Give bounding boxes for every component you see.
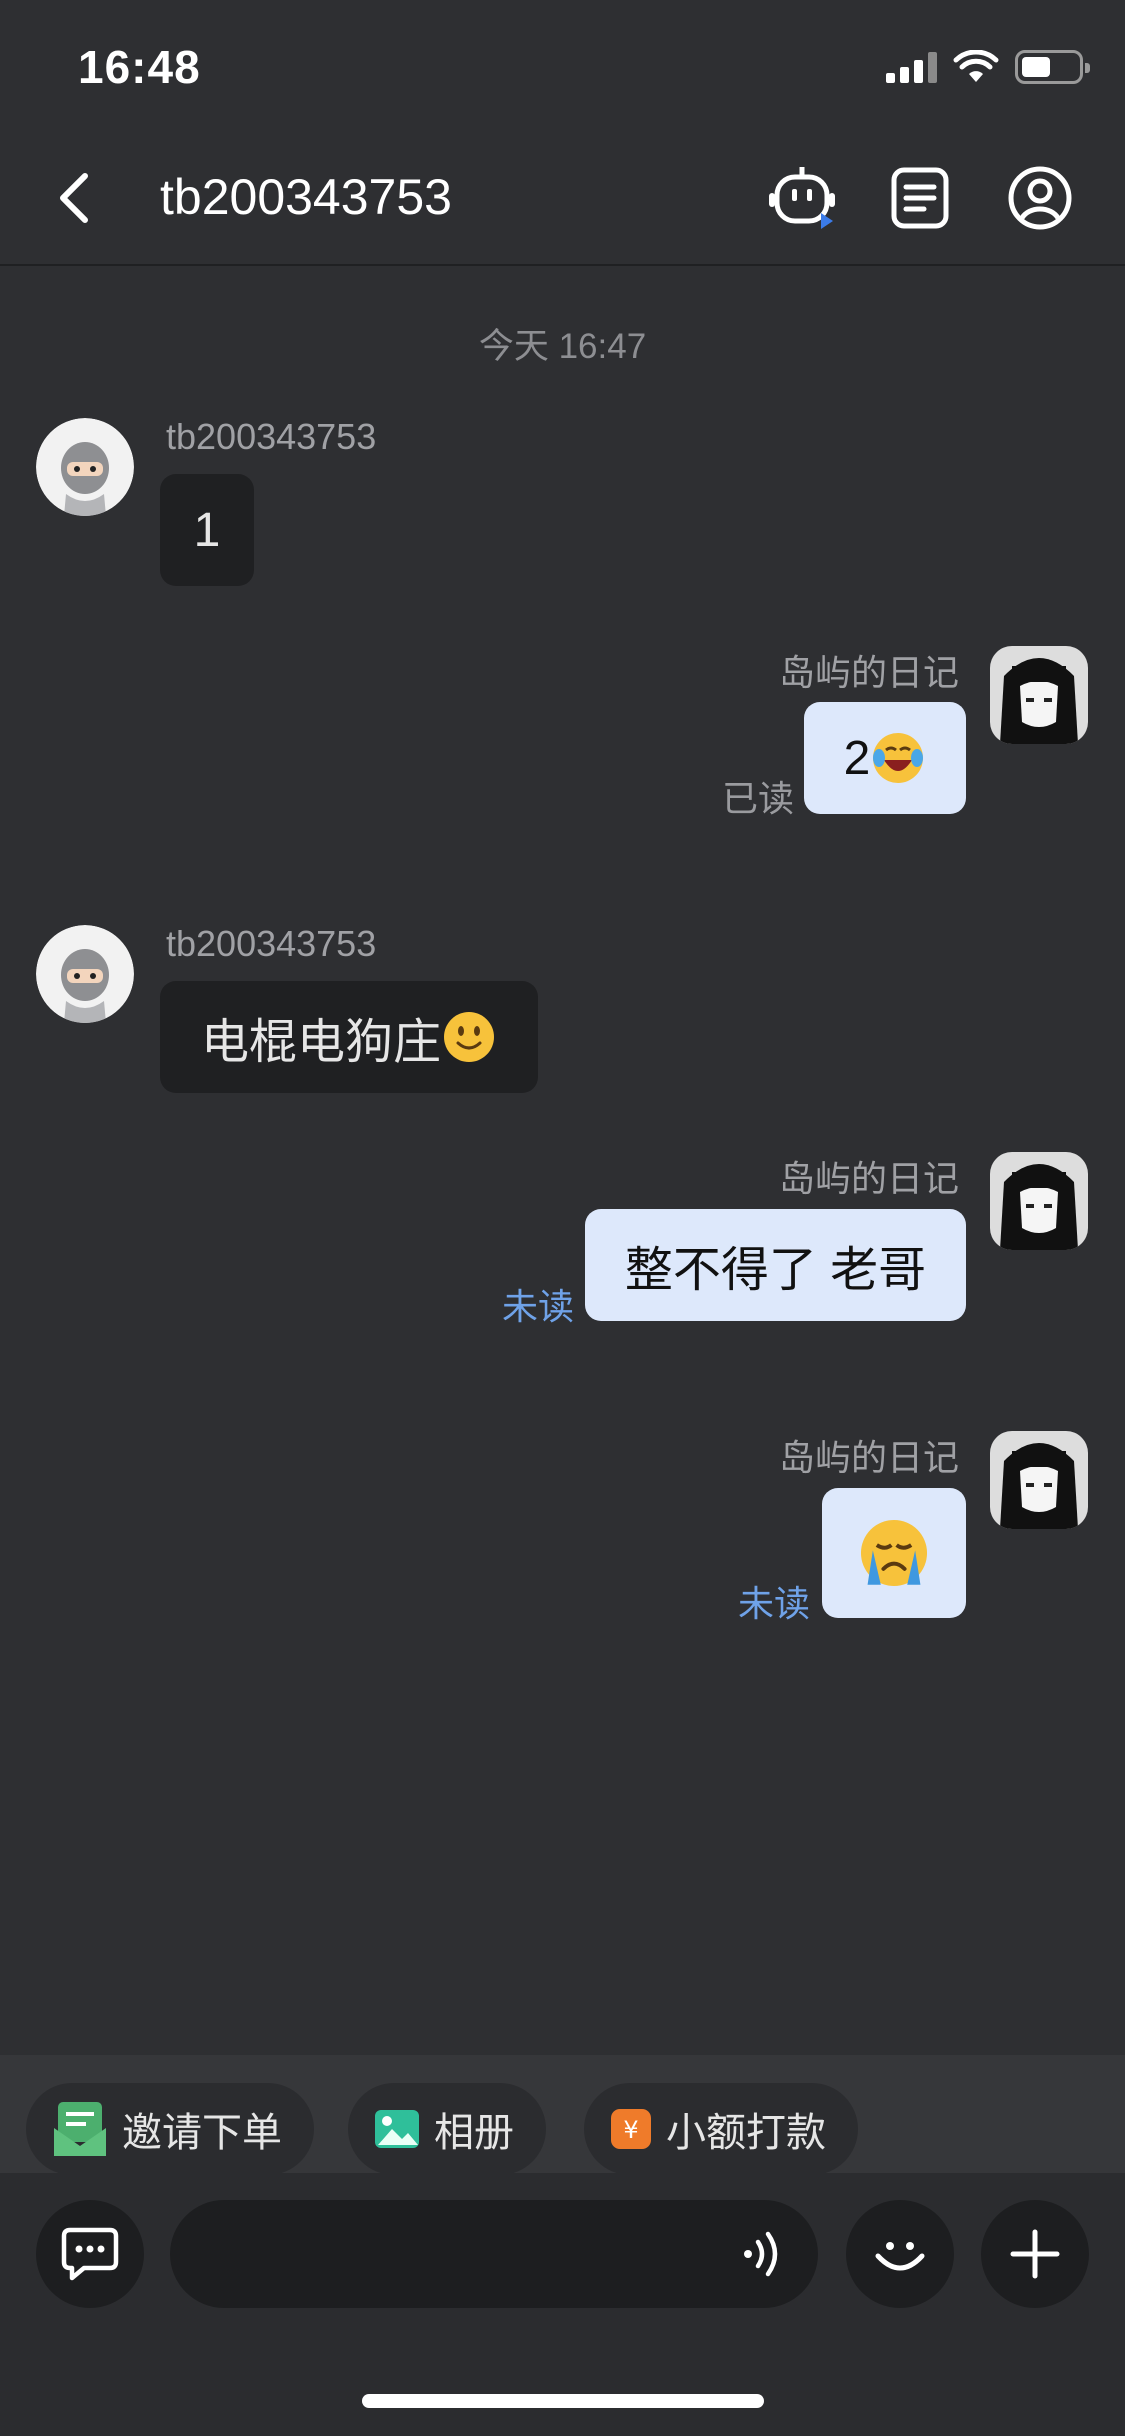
- face-with-tears-of-joy-emoji: [873, 733, 924, 783]
- user-icon: [1008, 166, 1072, 230]
- status-time: 16:48: [78, 41, 201, 93]
- svg-text:¥: ¥: [623, 2116, 638, 2144]
- cellular-signal-icon: [886, 51, 937, 83]
- contact-avatar-icon: [36, 925, 134, 1023]
- sender-name: 岛屿的日记: [778, 1437, 959, 1478]
- message-bubble[interactable]: 2: [804, 702, 966, 814]
- plus-icon: [1010, 2229, 1060, 2279]
- invite-order-icon: [54, 2102, 106, 2156]
- time-divider: 今天 16:47: [478, 327, 647, 366]
- user-avatar-icon: [990, 646, 1088, 744]
- avatar[interactable]: [36, 925, 134, 1023]
- battery-icon: [1015, 50, 1090, 84]
- invite-order-button[interactable]: 邀请下单: [26, 2083, 314, 2175]
- more-button[interactable]: [981, 2200, 1089, 2308]
- message-text: 1: [193, 503, 221, 557]
- chat-bubble-icon: [61, 2227, 119, 2281]
- avatar[interactable]: [990, 646, 1088, 744]
- message-bubble[interactable]: 1: [160, 474, 254, 586]
- message-text: 电棍电狗庄: [200, 1016, 441, 1069]
- back-button[interactable]: [44, 168, 104, 228]
- message-bubble[interactable]: [822, 1488, 966, 1618]
- contact-avatar-icon: [36, 418, 134, 516]
- home-indicator: [362, 2394, 764, 2408]
- message-text: 2: [843, 731, 871, 785]
- emoji-button[interactable]: [846, 2200, 954, 2308]
- sender-name: 岛屿的日记: [778, 1158, 959, 1199]
- read-status: 未读: [502, 1286, 575, 1327]
- message-bubble[interactable]: 电棍电狗庄: [160, 981, 538, 1093]
- message-input[interactable]: [170, 2200, 818, 2308]
- message-bubble[interactable]: 整不得了 老哥: [585, 1209, 966, 1321]
- user-avatar-icon: [990, 1431, 1088, 1529]
- sender-name: 岛屿的日记: [778, 652, 959, 693]
- read-status: 已读: [722, 778, 795, 819]
- sender-name: tb200343753: [166, 923, 377, 964]
- avatar[interactable]: [990, 1152, 1088, 1250]
- slightly-smiling-face-emoji: [444, 1012, 494, 1062]
- quick-action-label: 相册: [434, 2111, 514, 2155]
- profile-button[interactable]: [1004, 162, 1076, 234]
- quick-action-label: 邀请下单: [122, 2111, 282, 2155]
- robot-assistant-button[interactable]: [766, 162, 838, 234]
- page-title: tb200343753: [160, 169, 452, 225]
- message-text: 整不得了 老哥: [624, 1244, 927, 1297]
- album-button[interactable]: 相册: [348, 2083, 546, 2175]
- quick-reply-button[interactable]: [36, 2200, 144, 2308]
- document-icon: [891, 167, 949, 229]
- nav-bar: tb200343753: [0, 132, 1125, 266]
- wifi-icon: [953, 50, 999, 82]
- status-icons: [886, 50, 1090, 84]
- avatar[interactable]: [36, 418, 134, 516]
- robot-icon: [769, 167, 835, 229]
- user-avatar-icon: [990, 1152, 1088, 1250]
- avatar[interactable]: [990, 1431, 1088, 1529]
- quick-action-label: 小额打款: [666, 2111, 826, 2155]
- small-payment-icon: ¥: [611, 2109, 651, 2149]
- crying-face-emoji: [860, 1519, 928, 1587]
- status-bar: 16:48: [0, 0, 1125, 132]
- album-icon: [375, 2110, 419, 2148]
- voice-icon[interactable]: [740, 2228, 790, 2280]
- read-status: 未读: [738, 1583, 811, 1624]
- chevron-left-icon: [60, 173, 88, 223]
- small-payment-button[interactable]: ¥ 小额打款: [584, 2083, 858, 2175]
- quick-action-bar: 邀请下单 相册 ¥ 小额打款: [0, 2055, 1125, 2175]
- sender-name: tb200343753: [166, 416, 377, 457]
- smiley-icon: [875, 2242, 925, 2271]
- order-list-button[interactable]: [884, 162, 956, 234]
